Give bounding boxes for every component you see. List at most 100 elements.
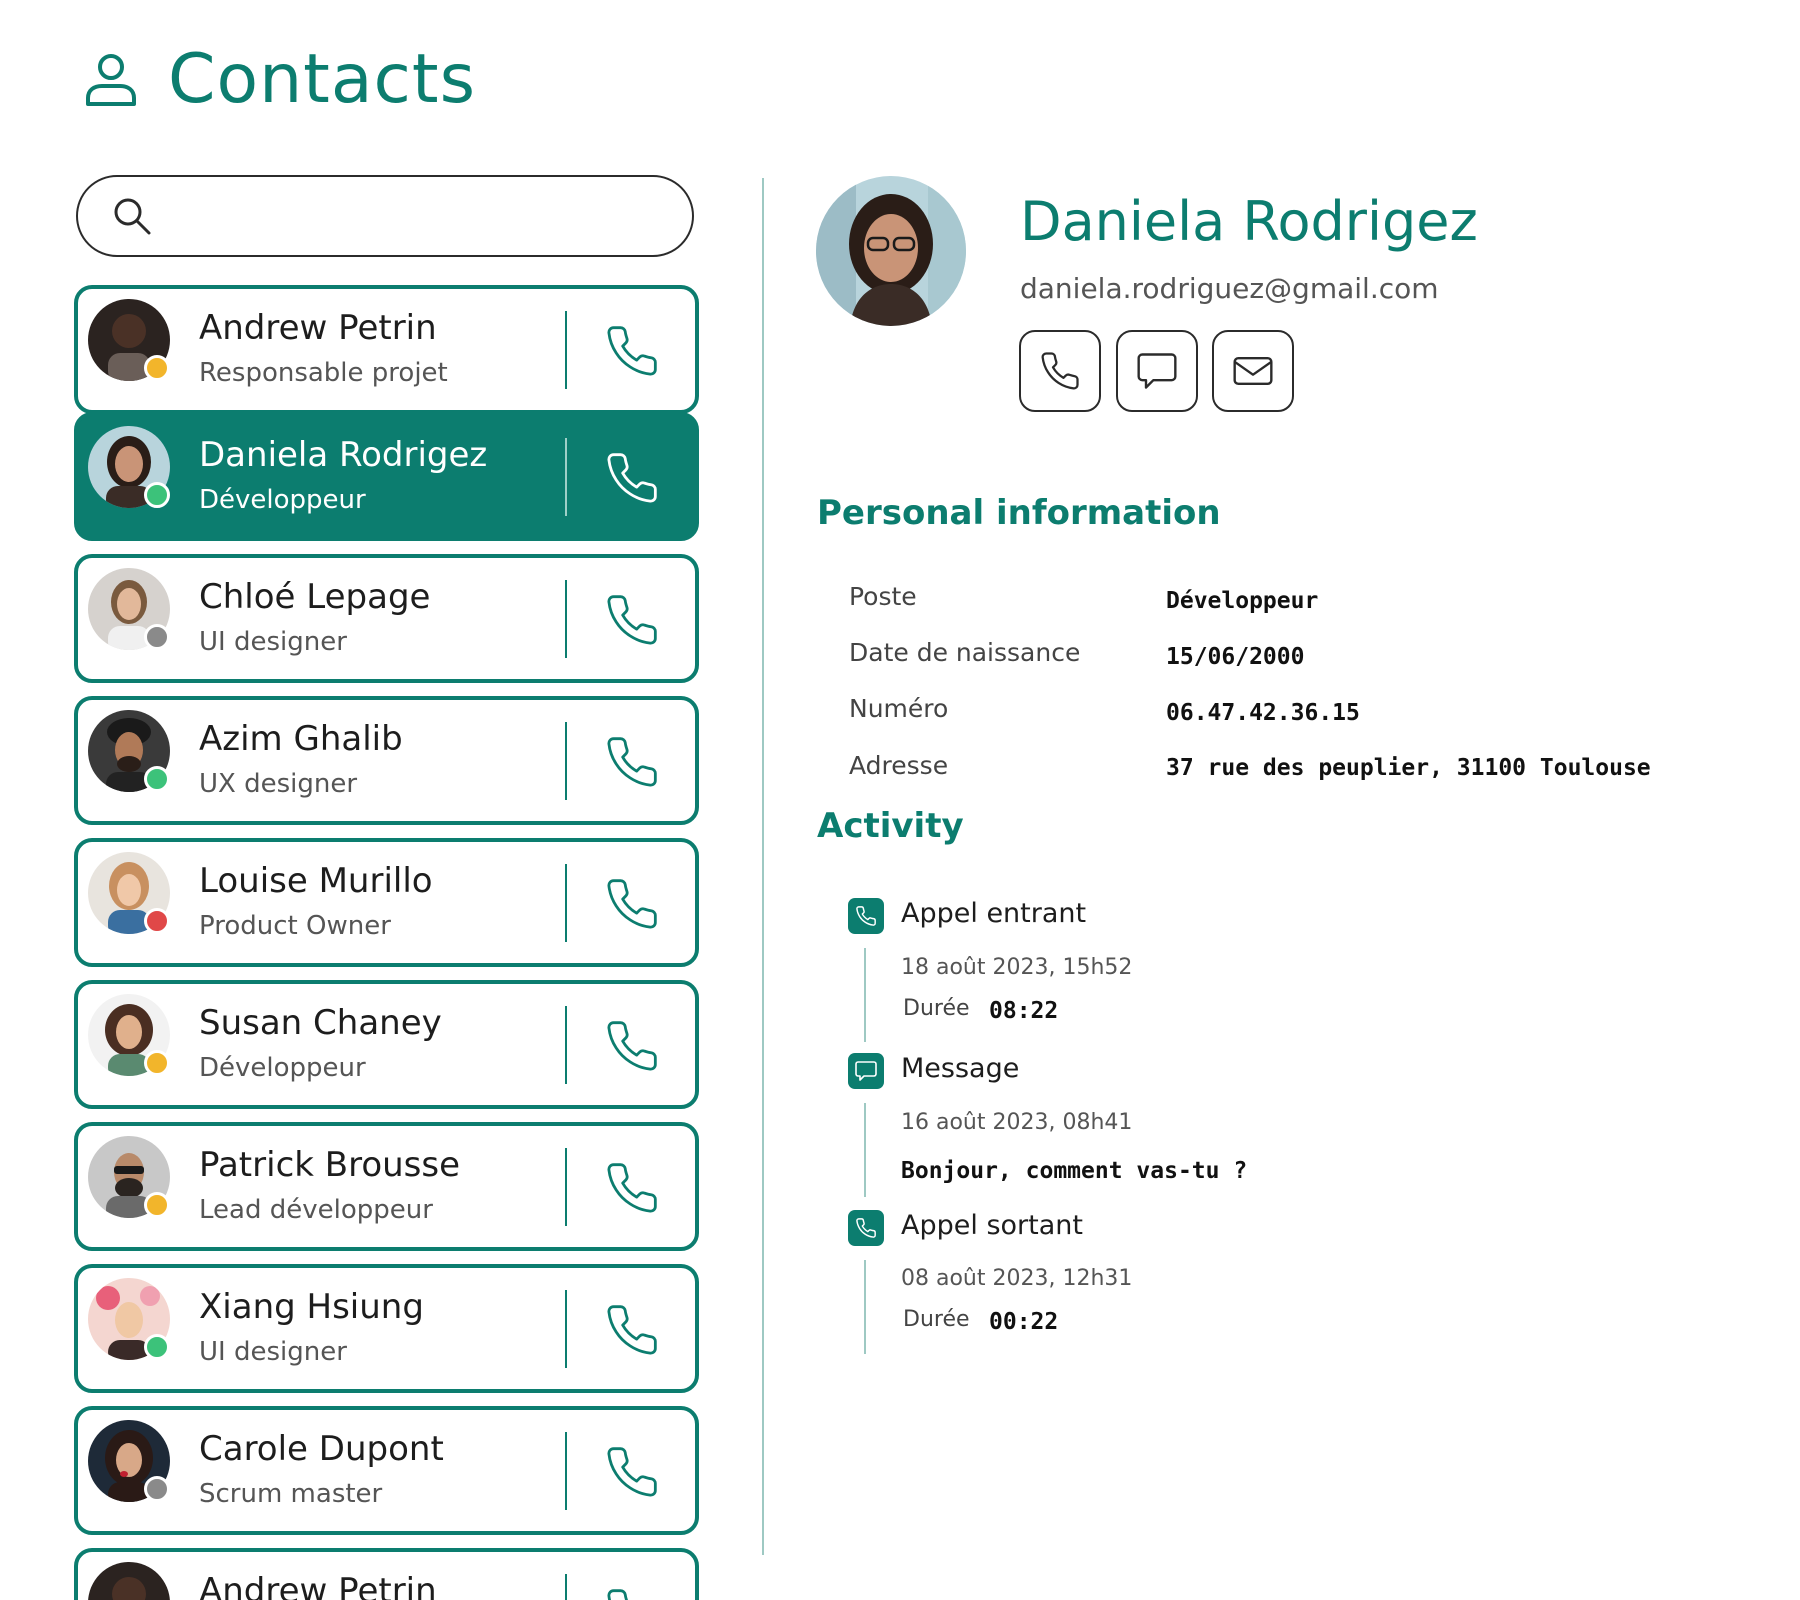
timeline-line	[864, 1103, 866, 1197]
contact-name: Chloé Lepage	[199, 577, 431, 617]
status-dot	[144, 1476, 170, 1502]
contact-card[interactable]: Azim Ghalib UX designer	[74, 696, 699, 825]
email-button[interactable]	[1212, 330, 1294, 412]
contact-card[interactable]: Susan Chaney Développeur	[74, 980, 699, 1109]
info-value: 06.47.42.36.15	[1166, 700, 1360, 726]
phone-icon	[848, 898, 884, 934]
contact-role: Développeur	[199, 1053, 366, 1083]
contact-role: UI designer	[199, 627, 347, 657]
divider	[565, 1574, 567, 1600]
status-dot	[144, 355, 170, 381]
divider	[565, 864, 567, 942]
search-input[interactable]	[166, 186, 692, 246]
status-dot	[144, 766, 170, 792]
timeline-line	[864, 1260, 866, 1354]
divider	[565, 1148, 567, 1226]
status-dot	[144, 624, 170, 650]
status-dot	[144, 482, 170, 508]
contact-name: Susan Chaney	[199, 1003, 442, 1043]
duration-label: Durée	[903, 1307, 970, 1332]
info-label: Numéro	[849, 694, 949, 723]
activity-type: Appel entrant	[901, 898, 1087, 929]
phone-icon	[848, 1210, 884, 1246]
phone-icon[interactable]	[604, 876, 660, 932]
contact-role: Responsable projet	[199, 358, 448, 388]
page-header: Contacts	[84, 44, 476, 116]
activity-message: Bonjour, comment vas-tu ?	[901, 1158, 1248, 1184]
contact-card[interactable]: Patrick Brousse Lead développeur	[74, 1122, 699, 1251]
duration-label: Durée	[903, 996, 970, 1021]
mail-icon	[1231, 349, 1275, 393]
phone-icon[interactable]	[604, 450, 660, 506]
avatar	[88, 1562, 170, 1600]
phone-icon[interactable]	[604, 1302, 660, 1358]
phone-icon[interactable]	[604, 734, 660, 790]
phone-icon[interactable]	[604, 1586, 660, 1600]
contact-name: Andrew Petrin	[199, 1571, 437, 1600]
message-icon	[848, 1053, 884, 1089]
divider	[565, 1432, 567, 1510]
search-box[interactable]	[76, 175, 694, 257]
phone-icon	[1039, 350, 1081, 392]
contact-role: UX designer	[199, 769, 358, 799]
duration-value: 08:22	[989, 998, 1059, 1024]
divider	[565, 438, 567, 516]
divider	[565, 311, 567, 389]
detail-email[interactable]: daniela.rodriguez@gmail.com	[1020, 272, 1439, 305]
phone-icon[interactable]	[604, 592, 660, 648]
contact-card[interactable]: Louise Murillo Product Owner	[74, 838, 699, 967]
phone-icon[interactable]	[604, 323, 660, 379]
message-button[interactable]	[1116, 330, 1198, 412]
timeline-line	[864, 948, 866, 1042]
divider	[565, 580, 567, 658]
contact-card[interactable]: Andrew Petrin Responsable projet	[74, 285, 699, 414]
contact-name: Louise Murillo	[199, 861, 433, 901]
page-title: Contacts	[168, 40, 476, 119]
activity-date: 18 août 2023, 15h52	[901, 955, 1133, 980]
activity-date: 16 août 2023, 08h41	[901, 1110, 1133, 1135]
search-icon	[112, 196, 152, 236]
user-icon	[84, 52, 138, 108]
detail-name: Daniela Rodrigez	[1020, 190, 1478, 253]
activity-title: Activity	[817, 806, 964, 846]
divider	[565, 1290, 567, 1368]
activity-date: 08 août 2023, 12h31	[901, 1266, 1133, 1291]
personal-info-title: Personal information	[817, 493, 1221, 533]
info-value: 37 rue des peuplier, 31100 Toulouse	[1166, 755, 1651, 781]
info-label: Date de naissance	[849, 638, 1081, 667]
contact-name: Xiang Hsiung	[199, 1287, 424, 1327]
detail-avatar	[816, 176, 966, 326]
call-button[interactable]	[1019, 330, 1101, 412]
contact-name: Andrew Petrin	[199, 308, 437, 348]
contact-card[interactable]: Andrew Petrin Responsable projet	[74, 1548, 699, 1600]
panel-separator	[762, 178, 764, 1555]
contact-role: Scrum master	[199, 1479, 383, 1509]
info-value: 15/06/2000	[1166, 644, 1305, 670]
info-label: Adresse	[849, 751, 949, 780]
contact-card[interactable]: Carole Dupont Scrum master	[74, 1406, 699, 1535]
contact-card[interactable]: Chloé Lepage UI designer	[74, 554, 699, 683]
status-dot	[144, 908, 170, 934]
activity-type: Appel sortant	[901, 1210, 1083, 1241]
phone-icon[interactable]	[604, 1018, 660, 1074]
contact-name: Azim Ghalib	[199, 719, 403, 759]
status-dot	[144, 1334, 170, 1360]
info-value: Développeur	[1166, 588, 1319, 614]
contact-name: Carole Dupont	[199, 1429, 444, 1469]
message-icon	[1135, 349, 1179, 393]
contact-list: Andrew Petrin Responsable projet Daniela…	[74, 285, 699, 1600]
status-dot	[144, 1192, 170, 1218]
contact-role: Développeur	[199, 485, 366, 515]
divider	[565, 1006, 567, 1084]
contact-card[interactable]: Xiang Hsiung UI designer	[74, 1264, 699, 1393]
contact-role: Lead développeur	[199, 1195, 433, 1225]
phone-icon[interactable]	[604, 1444, 660, 1500]
phone-icon[interactable]	[604, 1160, 660, 1216]
activity-type: Message	[901, 1053, 1020, 1084]
contact-role: UI designer	[199, 1337, 347, 1367]
divider	[565, 722, 567, 800]
contact-role: Product Owner	[199, 911, 391, 941]
contact-name: Patrick Brousse	[199, 1145, 461, 1185]
contact-card-selected[interactable]: Daniela Rodrigez Développeur	[74, 412, 699, 541]
duration-value: 00:22	[989, 1309, 1059, 1335]
